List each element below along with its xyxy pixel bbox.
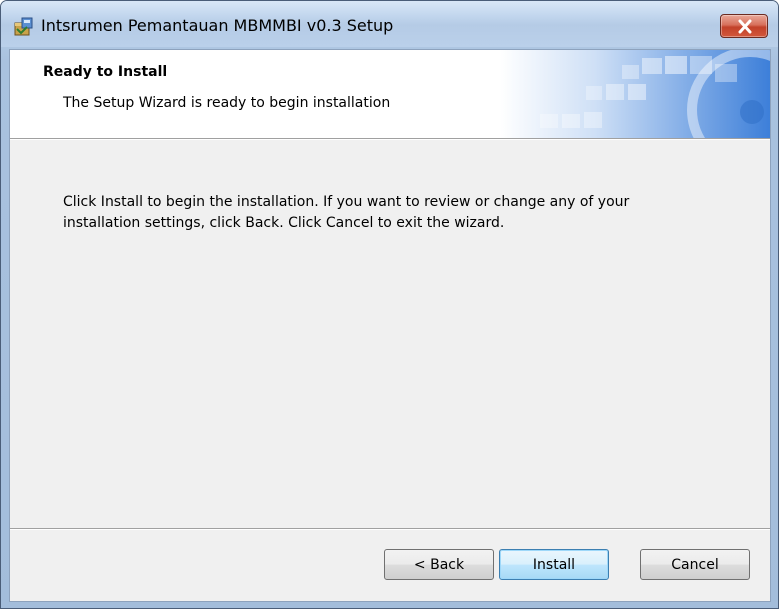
- setup-window: Intsrumen Pemantauan MBMMBI v0.3 Setup R…: [0, 0, 779, 609]
- window-title: Intsrumen Pemantauan MBMMBI v0.3 Setup: [41, 16, 394, 35]
- wizard-client-area: Ready to Install The Setup Wizard is rea…: [9, 49, 771, 602]
- page-subtitle: The Setup Wizard is ready to begin insta…: [63, 95, 391, 111]
- close-icon: [738, 19, 752, 34]
- banner-divider-highlight: [10, 139, 770, 140]
- banner-decoration-graphic: [500, 50, 770, 138]
- back-button[interactable]: < Back: [384, 549, 494, 580]
- wizard-banner: Ready to Install The Setup Wizard is rea…: [10, 50, 770, 138]
- installer-package-icon: [14, 17, 33, 36]
- title-bar[interactable]: Intsrumen Pemantauan MBMMBI v0.3 Setup: [1, 1, 778, 47]
- page-title: Ready to Install: [43, 64, 168, 80]
- instruction-text: Click Install to begin the installation.…: [63, 194, 630, 231]
- footer-divider-highlight: [10, 529, 770, 530]
- close-button[interactable]: [720, 14, 768, 38]
- cancel-button[interactable]: Cancel: [640, 549, 750, 580]
- install-button[interactable]: Install: [499, 549, 609, 580]
